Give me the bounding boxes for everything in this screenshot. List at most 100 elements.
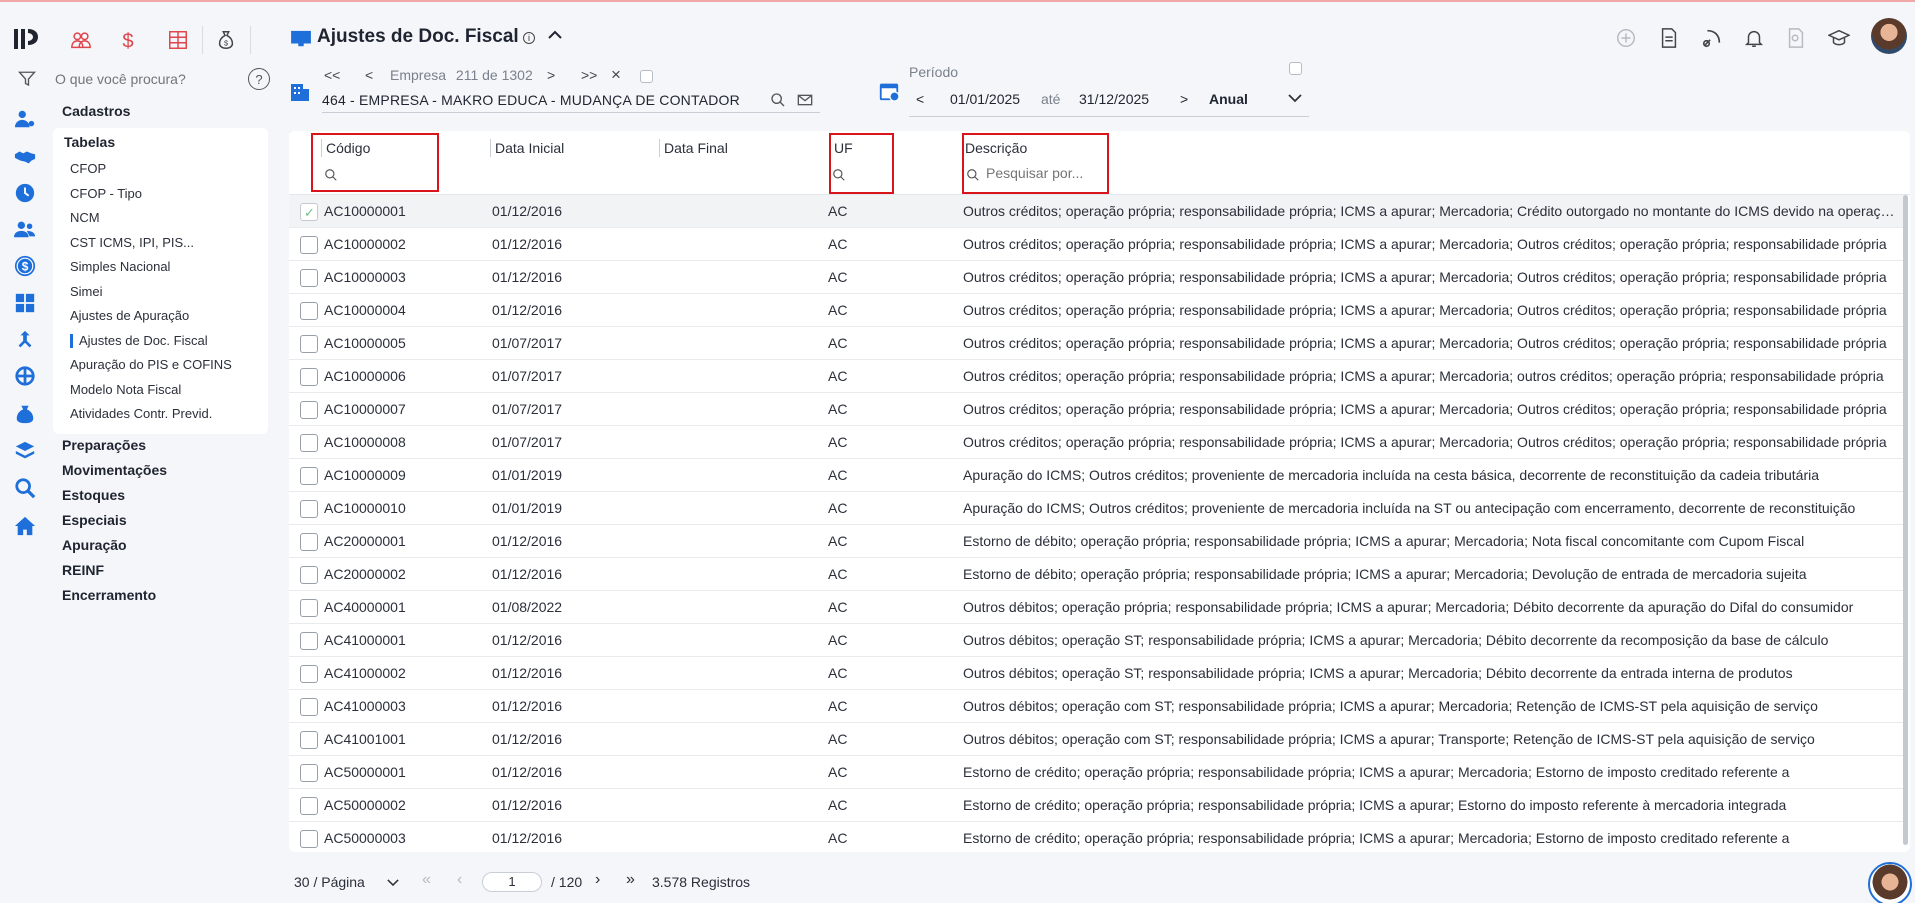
page-number-input[interactable]: 1 [482,872,542,892]
row-checkbox[interactable] [300,269,318,287]
page-prev-button[interactable]: ‹ [457,871,462,889]
col-header-data-inicial[interactable]: Data Inicial [490,139,564,157]
menu-item-cst[interactable]: CST ICMS, IPI, PIS... [70,235,194,250]
row-checkbox[interactable] [300,236,318,254]
menu-item-ajustes-apuracao[interactable]: Ajustes de Apuração [70,308,189,323]
doc-search-icon[interactable] [1783,25,1809,51]
table-row[interactable]: AC10000002 01/12/2016 AC Outros créditos; o… [289,228,1904,261]
menu-item-apuracao-pis-cofins[interactable]: Apuração do PIS e COFINS [70,357,232,372]
document-icon[interactable] [1656,25,1682,51]
menu-item-modelo-nota-fiscal[interactable]: Modelo Nota Fiscal [70,382,181,397]
row-checkbox[interactable] [300,665,318,683]
submenu-header-tabelas[interactable]: Tabelas [64,134,115,150]
add-circle-icon[interactable] [1613,25,1639,51]
table-row[interactable]: AC20000001 01/12/2016 AC Estorno de débito;… [289,525,1904,558]
table-row[interactable]: AC41001001 01/12/2016 AC Outros débitos; op… [289,723,1904,756]
chevron-down-icon[interactable] [1288,93,1302,103]
user-avatar[interactable] [1871,18,1907,54]
help-icon[interactable]: ? [248,68,270,90]
company-name[interactable]: 464 - EMPRESA - MAKRO EDUCA - MUDANÇA DE… [322,92,740,108]
filter-icon[interactable] [18,70,36,88]
calculator-icon[interactable] [12,290,38,316]
info-icon[interactable]: i [523,32,535,44]
menu-item-ncm[interactable]: NCM [70,210,100,225]
fiscal-dollar-icon[interactable]: $ [12,253,38,279]
row-checkbox[interactable] [300,533,318,551]
company-first-button[interactable]: << [324,67,340,83]
row-checkbox[interactable] [300,500,318,518]
table-row[interactable]: AC20000002 01/12/2016 AC Estorno de débito;… [289,558,1904,591]
table-row[interactable]: AC10000007 01/07/2017 AC Outros créditos; o… [289,393,1904,426]
mail-icon[interactable] [797,92,813,108]
dollar-icon[interactable]: $ [113,26,143,54]
page-first-button[interactable]: « [422,871,431,889]
table-row[interactable]: AC50000002 01/12/2016 AC Estorno de crédito… [289,789,1904,822]
company-last-button[interactable]: >> [581,67,597,83]
row-checkbox[interactable] [300,368,318,386]
row-checkbox[interactable] [300,335,318,353]
table-row[interactable]: ✓ AC10000001 01/12/2016 AC Outros créditos; … [289,195,1904,228]
home-icon[interactable] [12,513,38,539]
table-row[interactable]: AC10000005 01/07/2017 AC Outros créditos; o… [289,327,1904,360]
company-clear-button[interactable]: × [611,65,621,85]
menu-movimentacoes[interactable]: Movimentações [62,462,167,478]
col-header-data-final[interactable]: Data Final [659,139,728,157]
per-page-chevron-icon[interactable] [387,878,399,887]
table-row[interactable]: AC41000003 01/12/2016 AC Outros débitos; op… [289,690,1904,723]
page-last-button[interactable]: » [626,871,635,889]
row-checkbox[interactable] [300,731,318,749]
menu-item-simples-nacional[interactable]: Simples Nacional [70,259,170,274]
row-checkbox[interactable] [300,830,318,848]
network-icon[interactable] [12,363,38,389]
menu-search-input[interactable] [55,68,235,90]
row-checkbox[interactable] [300,434,318,452]
row-checkbox[interactable] [300,632,318,650]
menu-item-atividades-contr-previd[interactable]: Atividades Contr. Previd. [70,406,212,421]
users-config-icon[interactable] [12,106,38,132]
company-next-button[interactable]: > [547,67,555,83]
row-checkbox[interactable] [300,599,318,617]
period-prev-button[interactable]: < [916,91,924,107]
layers-icon[interactable] [12,438,38,464]
row-checkbox[interactable] [300,467,318,485]
menu-encerramento[interactable]: Encerramento [62,587,156,603]
period-checkbox[interactable] [1289,62,1302,75]
company-prev-button[interactable]: < [365,67,373,83]
table-row[interactable]: AC10000004 01/12/2016 AC Outros créditos; o… [289,294,1904,327]
row-checkbox[interactable] [300,566,318,584]
people-icon[interactable] [12,216,38,242]
menu-apuracao[interactable]: Apuração [62,537,127,553]
coin-bag-icon[interactable]: $ [211,26,241,54]
table-row[interactable]: AC40000001 01/08/2022 AC Outros débitos; op… [289,591,1904,624]
per-page-select[interactable]: 30 / Página [294,874,365,890]
people-group-icon[interactable] [66,26,96,54]
menu-preparacoes[interactable]: Preparações [62,437,146,453]
menu-cadastros[interactable]: Cadastros [62,103,130,119]
satellite-icon[interactable] [1699,25,1725,51]
row-checkbox[interactable]: ✓ [300,203,318,221]
menu-especiais[interactable]: Especiais [62,512,127,528]
menu-item-cfop[interactable]: CFOP [70,161,106,176]
row-checkbox[interactable] [300,302,318,320]
graduation-cap-icon[interactable] [1826,25,1852,51]
route-icon[interactable] [12,327,38,353]
table-row[interactable]: AC41000001 01/12/2016 AC Outros débitos; op… [289,624,1904,657]
row-checkbox[interactable] [300,797,318,815]
company-search-icon[interactable] [770,92,786,108]
search-icon[interactable] [12,475,38,501]
period-next-button[interactable]: > [1180,91,1188,107]
row-checkbox[interactable] [300,698,318,716]
menu-item-ajustes-doc-fiscal[interactable]: Ajustes de Doc. Fiscal [79,333,208,348]
table-row[interactable]: AC10000009 01/01/2019 AC Apuração do ICMS; … [289,459,1904,492]
app-logo[interactable] [12,26,40,52]
table-row[interactable]: AC50000001 01/12/2016 AC Estorno de crédito… [289,756,1904,789]
period-end-date[interactable]: 31/12/2025 [1079,91,1149,107]
menu-reinf[interactable]: REINF [62,562,104,578]
money-bag-icon[interactable] [12,401,38,427]
row-checkbox[interactable] [300,401,318,419]
handshake-icon[interactable] [12,144,38,170]
menu-item-cfop-tipo[interactable]: CFOP - Tipo [70,186,142,201]
company-checkbox[interactable] [640,70,653,83]
menu-item-simei[interactable]: Simei [70,284,103,299]
clock-icon[interactable] [12,180,38,206]
